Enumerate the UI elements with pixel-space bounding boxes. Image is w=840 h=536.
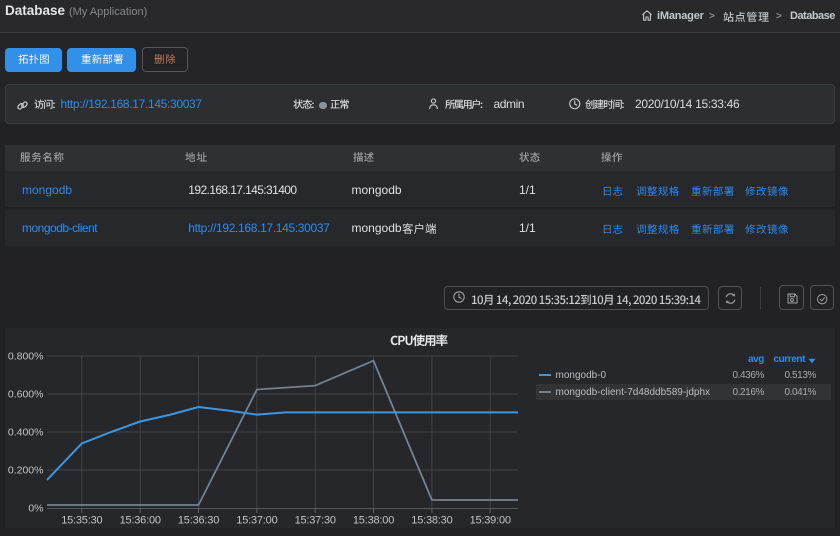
svg-text:0.800%: 0.800% — [8, 351, 44, 363]
svg-text:15:35:30: 15:35:30 — [61, 515, 102, 527]
svg-text:0.600%: 0.600% — [8, 389, 44, 401]
svg-text:15:39:00: 15:39:00 — [470, 515, 511, 527]
svg-text:15:37:30: 15:37:30 — [295, 515, 336, 527]
svg-text:0.200%: 0.200% — [8, 465, 44, 477]
svg-text:15:38:00: 15:38:00 — [353, 515, 394, 527]
svg-text:15:36:30: 15:36:30 — [178, 515, 219, 527]
svg-text:0.400%: 0.400% — [8, 427, 44, 439]
svg-text:0%: 0% — [28, 503, 43, 515]
svg-text:15:37:00: 15:37:00 — [236, 515, 277, 527]
svg-text:15:38:30: 15:38:30 — [411, 515, 452, 527]
svg-text:15:36:00: 15:36:00 — [120, 515, 161, 527]
